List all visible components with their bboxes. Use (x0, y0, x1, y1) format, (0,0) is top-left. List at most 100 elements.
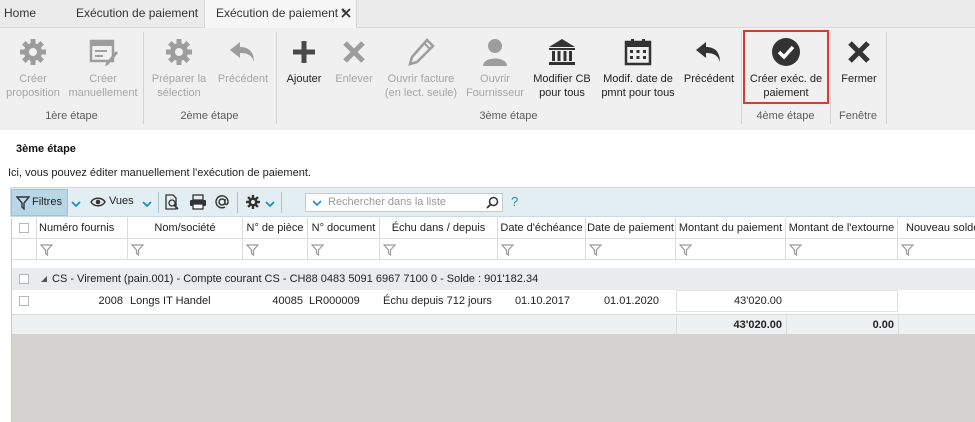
chevron-down-icon[interactable] (141, 198, 153, 210)
filter-icon[interactable] (589, 243, 602, 256)
previous-button-step3[interactable]: Précédent (680, 34, 738, 104)
group-label: 4ème étape (756, 110, 815, 122)
filter-icon[interactable] (131, 243, 144, 256)
undo-arrow-icon (230, 42, 254, 62)
print-preview-icon[interactable] (164, 194, 180, 210)
header-reversal-amount[interactable]: Montant de l'extourne (786, 218, 898, 238)
filter-icon[interactable] (40, 243, 53, 256)
filter-cell[interactable] (676, 239, 786, 259)
group-row[interactable]: CS - Virement (pain.001) - Compte couran… (12, 268, 975, 290)
x-icon (848, 41, 870, 63)
button-label: Créer manuellement (68, 73, 138, 99)
prepare-selection-button[interactable]: Préparer la sélection (148, 34, 210, 104)
collapse-triangle-icon[interactable] (40, 275, 48, 283)
edit-form-icon (89, 39, 118, 66)
group-divider (886, 32, 887, 124)
remove-button[interactable]: Enlever (330, 34, 378, 104)
filter-cell[interactable] (586, 239, 676, 259)
tab-payment-execution-active[interactable]: Exécution de paiement * (204, 0, 357, 29)
payment-grid: Numéro fournis Nom/société N° de pièce N… (11, 218, 975, 422)
modify-payment-date-button[interactable]: Modif. date de pmnt pour tous (598, 34, 678, 104)
gear-icon (166, 39, 192, 65)
filter-icon[interactable] (789, 243, 802, 256)
header-payment-date[interactable]: Date de paiement (586, 218, 676, 238)
email-at-icon[interactable] (214, 194, 230, 210)
filters-label: Filtres (32, 196, 62, 208)
table-row[interactable]: 2008 Longs IT Handel 40085 LR000009 Échu… (12, 290, 975, 312)
filter-cell[interactable] (380, 239, 498, 259)
modify-bank-account-button[interactable]: Modifier CB pour tous (530, 34, 594, 104)
filter-cell[interactable] (308, 239, 380, 259)
header-name[interactable]: Nom/société (128, 218, 243, 238)
bank-icon (549, 39, 575, 65)
header-payment-amount[interactable]: Montant du paiement (676, 218, 786, 238)
header-row: Numéro fournis Nom/société N° de pièce N… (12, 218, 975, 239)
open-supplier-button[interactable]: Ouvrir Fournisseur (462, 34, 528, 104)
button-label: Fermer (841, 73, 877, 85)
open-invoice-button[interactable]: Ouvrir facture (en lect. seule) (382, 34, 460, 104)
toolbar-divider (237, 192, 238, 213)
search-icon[interactable] (486, 196, 499, 209)
filter-cell[interactable] (498, 239, 586, 259)
close-button[interactable]: Fermer (834, 34, 884, 104)
highlight-box (743, 30, 829, 104)
filter-icon[interactable] (679, 243, 692, 256)
header-document-no[interactable]: N° document (308, 218, 380, 238)
cell-due: Échu depuis 712 jours (383, 295, 492, 307)
views-label: Vues (109, 195, 134, 207)
group-label: 1ère étape (45, 110, 98, 122)
eye-icon (90, 197, 106, 207)
section-description: Ici, vous pouvez éditer manuellement l'e… (8, 167, 311, 179)
filter-icon[interactable] (246, 243, 259, 256)
button-label: Précédent (683, 73, 735, 85)
header-due[interactable]: Échu dans / depuis (380, 218, 498, 238)
group-label: 2ème étape (180, 110, 239, 122)
filter-icon[interactable] (901, 243, 914, 256)
checkbox[interactable] (19, 296, 29, 306)
filter-icon[interactable] (383, 243, 396, 256)
filter-cell[interactable] (786, 239, 898, 259)
button-label: Créer proposition (6, 73, 60, 99)
button-label: Modif. date de pmnt pour tous (601, 73, 675, 99)
create-proposal-button[interactable]: Créer proposition (2, 34, 64, 104)
button-label: Précédent (217, 73, 269, 85)
cell-name: Longs IT Handel (130, 295, 211, 307)
cell-payment-amount[interactable]: 43'020.00 (676, 290, 782, 312)
checkbox[interactable] (19, 274, 29, 284)
filter-cell[interactable] (243, 239, 308, 259)
header-piece-no[interactable]: N° de pièce (243, 218, 308, 238)
person-icon (483, 39, 507, 66)
header-due-date[interactable]: Date d'échéance (498, 218, 586, 238)
add-button[interactable]: Ajouter (280, 34, 328, 104)
chevron-down-icon[interactable] (70, 198, 82, 210)
section-title: 3ème étape (16, 143, 76, 155)
checkbox[interactable] (19, 223, 29, 233)
tab-home[interactable]: Home (4, 0, 36, 28)
create-manually-button[interactable]: Créer manuellement (66, 34, 140, 104)
printer-icon[interactable] (189, 194, 207, 210)
filter-cell[interactable] (128, 239, 243, 259)
chevron-down-icon[interactable] (264, 198, 276, 210)
previous-button-step2[interactable]: Précédent (212, 34, 274, 104)
search-input[interactable]: Rechercher dans la liste (305, 193, 503, 212)
cell-due-date: 01.10.2017 (514, 295, 570, 307)
x-icon (343, 41, 365, 63)
views-button[interactable]: Vues (88, 193, 138, 213)
filter-icon[interactable] (311, 243, 324, 256)
header-new-balance[interactable]: Nouveau solde (898, 218, 975, 238)
cell-piece-no: 40085 (272, 295, 303, 307)
filter-cell[interactable] (898, 239, 975, 259)
header-select-all[interactable] (12, 218, 37, 238)
search-placeholder: Rechercher dans la liste (328, 196, 447, 208)
filter-cell[interactable] (37, 239, 128, 259)
filter-icon[interactable] (501, 243, 514, 256)
chevron-down-icon[interactable] (312, 199, 322, 207)
tab-label: Exécution de paiement * (216, 6, 347, 20)
tab-payment-execution[interactable]: Exécution de paiement (76, 0, 198, 28)
settings-gear-icon[interactable] (245, 194, 261, 210)
column-divider (898, 315, 899, 335)
help-link[interactable]: ? (511, 194, 518, 209)
close-icon[interactable] (339, 6, 353, 20)
filters-button[interactable]: Filtres (11, 189, 68, 216)
header-supplier-no[interactable]: Numéro fournis (37, 218, 128, 238)
